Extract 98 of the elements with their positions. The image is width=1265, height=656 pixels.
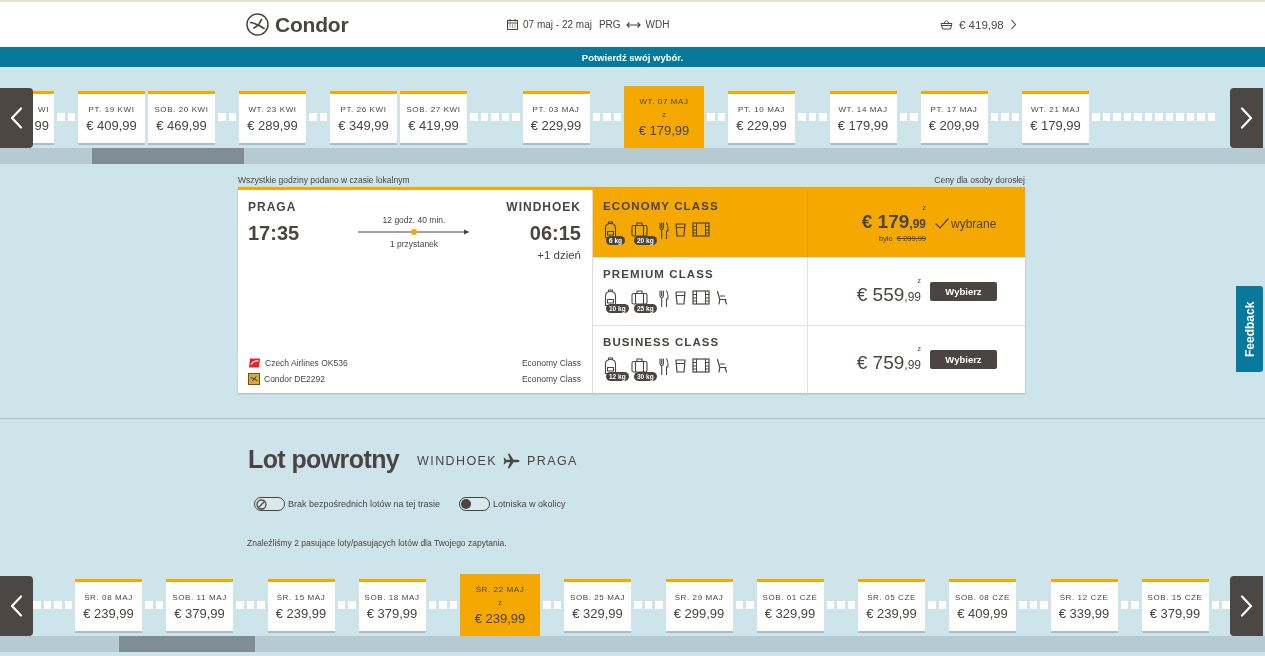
- cup-icon: [675, 358, 686, 373]
- suitcase-icon: [631, 357, 648, 373]
- date-card[interactable]: PT. 10 MAJ € 229,99: [728, 91, 795, 143]
- timezone-note: Wszystkie godziny podano w czasie lokalnym: [238, 175, 410, 185]
- backpack-icon: [603, 357, 618, 375]
- cutlery-icon: [659, 290, 669, 307]
- day-offset: +1 dzień: [537, 249, 581, 261]
- confirm-banner: Potwierdź swój wybór.: [0, 47, 1265, 67]
- select-button[interactable]: Wybierz: [930, 350, 997, 369]
- scroll-thumb[interactable]: [119, 636, 255, 652]
- basket-total[interactable]: € 419,98: [959, 18, 1004, 31]
- date-card[interactable]: SOB. 25 MAJ € 329,99: [564, 579, 631, 631]
- filter-label: Brak bezpośrednich lotów na tej trasie: [288, 499, 441, 509]
- cutlery-icon: [659, 222, 669, 239]
- filter-label: Lotniska w okolicy: [493, 499, 566, 509]
- cup-icon: [675, 290, 686, 305]
- date-card[interactable]: PT. 03 MAJ € 229,99: [522, 91, 590, 143]
- chevron-right-icon: [1240, 595, 1253, 617]
- cabin-class: Economy Class: [521, 358, 581, 368]
- toggle-switch[interactable]: [459, 497, 490, 511]
- destination-city: PRAGA: [527, 454, 578, 468]
- logo-text[interactable]: Condor: [275, 12, 349, 37]
- departure-time: 17:35: [248, 222, 301, 245]
- next-button[interactable]: [1230, 576, 1263, 636]
- date-card[interactable]: WT. 14 MAJ € 179,99: [829, 91, 897, 143]
- film-icon: [692, 290, 710, 305]
- chevron-left-icon: [10, 595, 23, 617]
- results-note: Znaleźliśmy 2 pasujące loty/pasujących lotów dla Twojego zapytania.: [247, 538, 507, 548]
- chevron-right-icon: [1009, 19, 1017, 30]
- destination-city: WINDHOEK: [506, 200, 581, 214]
- flight-number: Condor DE2292: [264, 374, 325, 384]
- date-card[interactable]: PT. 26 KWI € 349,99: [330, 91, 397, 143]
- fare-price: € 759,99: [856, 352, 921, 375]
- scroll-track[interactable]: [0, 148, 1265, 164]
- select-button[interactable]: Wybierz: [930, 282, 997, 301]
- flight-path-icon: [358, 228, 470, 236]
- arrival-time: 06:15: [529, 222, 581, 245]
- date-card[interactable]: ŚR. 08 MAJ € 239,99: [75, 579, 142, 631]
- stops: 1 przystanek: [389, 239, 439, 249]
- date-card[interactable]: SOB. 01 CZE € 329,99: [756, 579, 824, 631]
- fare-price: € 559,99: [856, 284, 921, 307]
- selected-status: wybrane: [951, 216, 997, 231]
- basket-icon: [940, 19, 953, 30]
- double-arrow-icon: [625, 20, 641, 29]
- seat-icon: [716, 290, 728, 305]
- film-icon: [692, 222, 710, 237]
- previous-button[interactable]: [0, 576, 33, 636]
- suitcase-icon: [631, 221, 648, 237]
- flight-number: Czech Airlines OK536: [265, 358, 348, 368]
- previous-button[interactable]: [0, 88, 33, 148]
- prohibited-icon: [256, 498, 267, 510]
- scroll-thumb[interactable]: [92, 148, 244, 164]
- date-card[interactable]: SOB. 08 CZE € 409,99: [949, 579, 1016, 631]
- suitcase-icon: [631, 289, 648, 305]
- next-button[interactable]: [1230, 88, 1263, 148]
- date-card[interactable]: ŚR. 05 CZE € 239,99: [858, 579, 925, 631]
- date-card[interactable]: WT. 21 MAJ € 179,99: [1022, 91, 1089, 143]
- price-note: Ceny dla osoby dorosłej: [934, 175, 1025, 185]
- date-card[interactable]: ŚR. 12 CZE € 339,99: [1050, 579, 1118, 631]
- scroll-track[interactable]: [0, 636, 1265, 652]
- date-card[interactable]: PT. 19 KWI € 409,99: [78, 91, 145, 143]
- cabin-class: Economy Class: [521, 374, 581, 384]
- date-card[interactable]: WI 99: [33, 91, 54, 143]
- origin-code: PRG: [598, 19, 621, 30]
- origin-city: PRAGA: [248, 200, 298, 214]
- date-card[interactable]: SOB. 18 MAJ € 379,99: [358, 579, 426, 631]
- backpack-icon: [603, 221, 618, 239]
- plane-icon: [503, 453, 522, 469]
- fare-name: BUSINESS CLASS: [603, 336, 720, 348]
- flight-duration: 12 godz. 40 min.: [382, 215, 446, 225]
- date-card[interactable]: SOB. 11 MAJ € 379,99: [166, 579, 233, 631]
- destination-code: WDH: [645, 19, 670, 30]
- seat-icon: [716, 358, 728, 373]
- origin-city: WINDHOEK: [417, 454, 498, 468]
- airline-logo-icon: [248, 373, 260, 385]
- date-card[interactable]: ŚR. 29 MAJ € 299,99: [665, 579, 733, 631]
- date-card[interactable]: WT. 23 KWI € 289,99: [239, 91, 306, 143]
- backpack-icon: [603, 289, 618, 307]
- date-card[interactable]: SOB. 27 KWI € 419,99: [400, 91, 467, 143]
- date-card[interactable]: ŚR. 15 MAJ € 239,99: [267, 579, 335, 631]
- fare-name: PREMIUM CLASS: [603, 268, 714, 280]
- section-title: Lot powrotny: [248, 445, 400, 474]
- cup-icon: [675, 222, 686, 237]
- fare-name: ECONOMY CLASS: [603, 200, 719, 212]
- feedback-tab[interactable]: Feedback: [1236, 286, 1263, 372]
- date-card[interactable]: SOB. 20 KWI € 469,99: [148, 91, 215, 143]
- check-icon: [935, 218, 949, 229]
- logo-icon: [246, 13, 269, 36]
- date-card[interactable]: PT. 17 MAJ € 209,99: [920, 91, 988, 143]
- film-icon: [692, 358, 710, 373]
- chevron-right-icon: [1240, 107, 1253, 129]
- fare-price: € 179,99: [861, 212, 926, 234]
- trip-dates: 07 maj - 22 maj: [523, 19, 592, 30]
- chevron-left-icon: [10, 107, 23, 129]
- calendar-icon: [507, 19, 518, 30]
- airline-logo-icon: [248, 357, 261, 369]
- cutlery-icon: [659, 358, 669, 375]
- date-card[interactable]: SOB. 15 CZE € 379,99: [1141, 579, 1209, 631]
